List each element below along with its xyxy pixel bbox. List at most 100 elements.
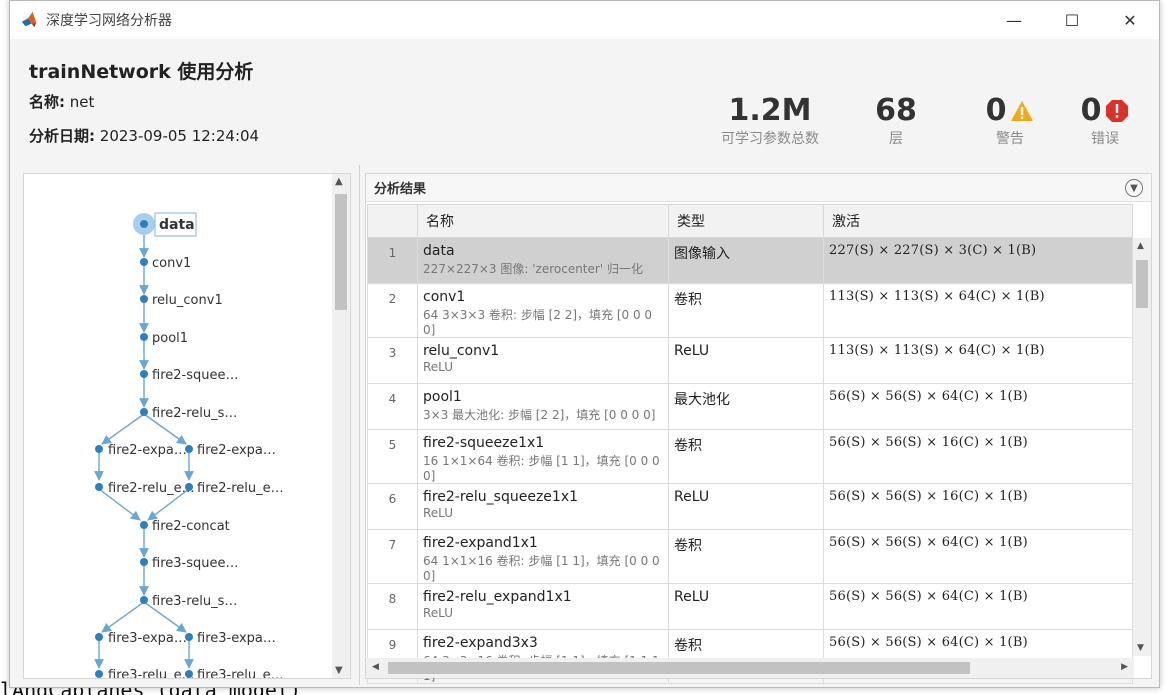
layer-name: conv1: [423, 289, 466, 305]
layer-type: 卷积: [668, 283, 824, 338]
analysis-header: trainNetwork 使用分析 名称: net 分析日期: 2023-09-…: [10, 39, 1159, 159]
date-label: 分析日期:: [29, 127, 95, 145]
graph-node[interactable]: [185, 633, 193, 641]
table-vertical-scrollbar[interactable]: ▲ ▼: [1133, 238, 1151, 656]
row-index: 6: [367, 483, 418, 530]
scroll-left-icon[interactable]: ◀: [372, 662, 379, 672]
warning-icon: [1011, 100, 1034, 121]
graph-node[interactable]: [140, 258, 148, 266]
scroll-up-icon[interactable]: ▲: [335, 176, 343, 187]
pane-divider[interactable]: [359, 165, 360, 685]
table-row[interactable]: 8 fire2-relu_expand1x1 ReLU ReLU 56(S) × 56(…: [367, 583, 1133, 630]
graph-node[interactable]: [185, 445, 193, 453]
layer-activation: 113(S) × 113(S) × 64(C) × 1(B): [823, 337, 1133, 384]
layer-activation: 56(S) × 56(S) × 16(C) × 1(B): [823, 483, 1133, 530]
graph-node-label: fire2-concat: [152, 519, 230, 534]
date-value: 2023-09-05 12:24:04: [99, 127, 260, 145]
table-row[interactable]: 5 fire2-squeeze1x1 16 1×1×64 卷积: 步幅 [1 1]，…: [367, 429, 1133, 484]
window-title: 深度学习网络分析器: [46, 13, 172, 29]
graph-vertical-scrollbar[interactable]: ▲ ▼: [332, 174, 350, 678]
graph-node-label: fire3-relu_e…: [108, 668, 195, 679]
layer-activation: 56(S) × 56(S) × 64(C) × 1(B): [823, 583, 1133, 630]
graph-node-label: fire2-relu_e…: [108, 481, 195, 496]
row-index: 4: [367, 383, 418, 430]
layer-description: 227×227×3 图像: 'zerocenter' 归一化: [423, 262, 643, 276]
scroll-down-icon[interactable]: ▼: [335, 665, 343, 676]
graph-node[interactable]: [140, 408, 148, 416]
analyzer-window: 深度学习网络分析器 — ☐ ✕ trainNetwork 使用分析 名称: ne…: [9, 0, 1160, 688]
layer-activation: 56(S) × 56(S) × 16(C) × 1(B): [823, 429, 1133, 484]
table-row[interactable]: 4 pool1 3×3 最大池化: 步幅 [2 2]，填充 [0 0 0 0] 最大池…: [367, 383, 1133, 430]
error-icon: [1106, 99, 1129, 122]
graph-node[interactable]: [140, 370, 148, 378]
graph-node[interactable]: [95, 483, 103, 491]
layer-description: ReLU: [423, 360, 454, 374]
minimize-button[interactable]: —: [985, 1, 1043, 39]
graph-node[interactable]: [140, 521, 148, 529]
maximize-button[interactable]: ☐: [1043, 1, 1101, 39]
name-row: 名称: net: [29, 91, 94, 112]
layer-name-cell: data 227×227×3 图像: 'zerocenter' 归一化: [417, 237, 669, 284]
table-row[interactable]: 6 fire2-relu_squeeze1x1 ReLU ReLU 56(S) × 56…: [367, 483, 1133, 530]
layer-description: 64 3×3×3 卷积: 步幅 [2 2]，填充 [0 0 0 0]: [423, 308, 653, 337]
layer-name-cell: fire2-relu_squeeze1x1 ReLU: [417, 483, 669, 530]
stat-params: 1.2M 可学习参数总数: [710, 93, 830, 148]
row-index: 2: [367, 283, 418, 338]
stat-warnings-label: 警告: [996, 131, 1024, 147]
layer-description: ReLU: [423, 506, 454, 520]
collapse-chevron-icon[interactable]: ▼: [1125, 179, 1143, 197]
layer-type: ReLU: [668, 337, 824, 384]
layer-type: ReLU: [668, 483, 824, 530]
graph-node[interactable]: [185, 670, 193, 678]
graph-node[interactable]: [140, 295, 148, 303]
graph-node[interactable]: [95, 445, 103, 453]
scroll-up-icon[interactable]: ▲: [1137, 241, 1144, 251]
graph-node[interactable]: [185, 483, 193, 491]
graph-node-label: data: [159, 217, 195, 233]
graph-node[interactable]: [140, 333, 148, 341]
layer-name-cell: pool1 3×3 最大池化: 步幅 [2 2]，填充 [0 0 0 0]: [417, 383, 669, 430]
layer-name: relu_conv1: [423, 343, 500, 359]
graph-scroll-thumb[interactable]: [335, 194, 347, 310]
layer-type: 卷积: [668, 529, 824, 584]
graph-node-label: relu_conv1: [152, 293, 223, 308]
layer-activation: 56(S) × 56(S) × 64(C) × 1(B): [823, 383, 1133, 430]
row-index: 1: [367, 237, 418, 284]
network-graph[interactable]: data conv1 relu_conv1 pool1 fire2-squee……: [23, 173, 351, 679]
row-index: 3: [367, 337, 418, 384]
graph-node-label: fire3-relu_e…: [197, 668, 284, 679]
layer-type: ReLU: [668, 583, 824, 630]
table-hscroll-thumb[interactable]: [388, 662, 970, 674]
scroll-down-icon[interactable]: ▼: [1137, 643, 1144, 653]
graph-node-label: fire3-expa…: [197, 631, 276, 646]
name-value: net: [69, 93, 95, 111]
column-header-name[interactable]: 名称: [417, 204, 669, 238]
close-button[interactable]: ✕: [1101, 1, 1159, 39]
graph-node-label: pool1: [152, 331, 188, 346]
stat-layers-label: 层: [889, 131, 903, 147]
graph-node-label: conv1: [152, 256, 191, 271]
scroll-right-icon[interactable]: ▶: [1121, 662, 1128, 672]
results-title: 分析结果: [366, 174, 1151, 202]
layer-type: 最大池化: [668, 383, 824, 430]
graph-node[interactable]: [95, 670, 103, 678]
table-row[interactable]: 1 data 227×227×3 图像: 'zerocenter' 归一化 图像输入 2…: [367, 237, 1133, 284]
column-header-type[interactable]: 类型: [668, 204, 824, 238]
layer-name-cell: fire2-expand1x1 64 1×1×16 卷积: 步幅 [1 1]，填充…: [417, 529, 669, 584]
graph-node[interactable]: [140, 596, 148, 604]
page-title: trainNetwork 使用分析: [29, 61, 254, 83]
row-index: 8: [367, 583, 418, 630]
column-header-index[interactable]: [367, 204, 418, 238]
table-scroll-thumb[interactable]: [1136, 260, 1148, 308]
column-header-activation[interactable]: 激活: [823, 204, 1133, 238]
table-row[interactable]: 2 conv1 64 3×3×3 卷积: 步幅 [2 2]，填充 [0 0 0 0]…: [367, 283, 1133, 338]
graph-node[interactable]: [140, 558, 148, 566]
graph-node[interactable]: [140, 220, 148, 228]
table-horizontal-scrollbar[interactable]: ◀ ▶: [366, 658, 1134, 678]
table-row[interactable]: 7 fire2-expand1x1 64 1×1×16 卷积: 步幅 [1 1]，填…: [367, 529, 1133, 584]
layer-description: 3×3 最大池化: 步幅 [2 2]，填充 [0 0 0 0]: [423, 408, 656, 422]
name-label: 名称:: [29, 93, 65, 111]
graph-node[interactable]: [95, 633, 103, 641]
table-row[interactable]: 3 relu_conv1 ReLU ReLU 113(S) × 113(S) × 64(…: [367, 337, 1133, 384]
layer-name: fire2-relu_expand1x1: [423, 589, 572, 605]
